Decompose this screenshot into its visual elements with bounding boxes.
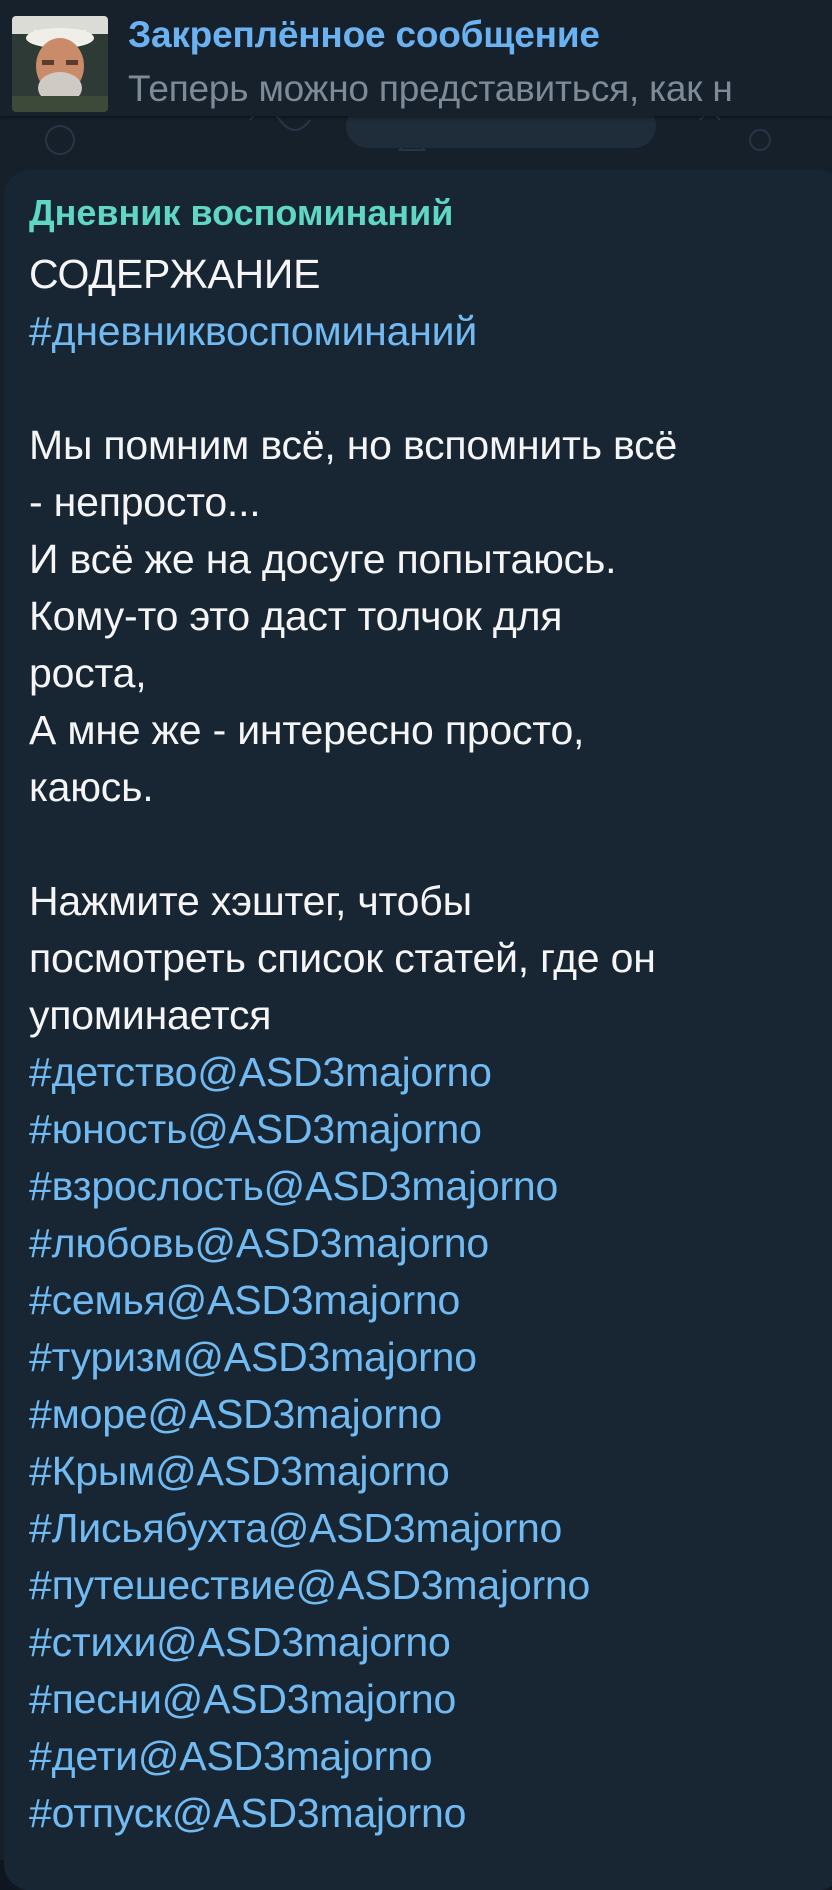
hashtag-link[interactable]: #любовь@ASD3majorno <box>29 1215 832 1272</box>
poem-line: - непросто... <box>29 479 261 525</box>
instruction-line: Нажмите хэштег, чтобы <box>29 878 472 924</box>
channel-avatar <box>12 16 108 112</box>
hashtag-link[interactable]: #отпуск@ASD3majorno <box>29 1785 832 1842</box>
hashtag-link[interactable]: #туризм@ASD3majorno <box>29 1329 832 1386</box>
instruction-line: упоминается <box>29 992 272 1038</box>
pinned-title: Закреплённое сообщение <box>128 14 600 55</box>
message-bubble[interactable]: Дневник воспоминаний СОДЕРЖАНИЕ #дневник… <box>4 170 832 1890</box>
hashtag-link[interactable]: #Лисьябухта@ASD3majorno <box>29 1500 832 1557</box>
hashtag-link[interactable]: #море@ASD3majorno <box>29 1386 832 1443</box>
poem-line: А мне же - интересно просто, <box>29 707 585 753</box>
hashtag-link[interactable]: #юность@ASD3majorno <box>29 1101 832 1158</box>
pinned-message-bar[interactable]: Закреплённое сообщение Теперь можно пред… <box>0 0 832 116</box>
sender-name[interactable]: Дневник воспоминаний <box>29 192 453 234</box>
hashtag-link[interactable]: #детство@ASD3majorno <box>29 1044 832 1101</box>
hashtag-link[interactable]: #путешествие@ASD3majorno <box>29 1557 832 1614</box>
pinned-preview-text: Теперь можно представиться, как н <box>128 68 733 109</box>
poem-line: роста, <box>29 650 147 696</box>
hashtag-link[interactable]: #взрослость@ASD3majorno <box>29 1158 832 1215</box>
hashtag-link[interactable]: #стихи@ASD3majorno <box>29 1614 832 1671</box>
hashtag-link[interactable]: #Крым@ASD3majorno <box>29 1443 832 1500</box>
poem-line: И всё же на досуге попытаюсь. <box>29 536 617 582</box>
hashtag-link[interactable]: #семья@ASD3majorno <box>29 1272 832 1329</box>
hashtag-link[interactable]: #дети@ASD3majorno <box>29 1728 832 1785</box>
hashtag-link[interactable]: #дневниквоспоминаний <box>29 303 832 360</box>
poem-line: каюсь. <box>29 764 154 810</box>
message-text: СОДЕРЖАНИЕ #дневниквоспоминаний Мы помни… <box>29 246 832 1842</box>
instruction-line: посмотреть список статей, где он <box>29 935 656 981</box>
message-heading: СОДЕРЖАНИЕ <box>29 251 321 297</box>
hashtag-link[interactable]: #песни@ASD3majorno <box>29 1671 832 1728</box>
poem-line: Кому-то это даст толчок для <box>29 593 563 639</box>
poem-line: Мы помним всё, но вспомнить всё <box>29 422 678 468</box>
